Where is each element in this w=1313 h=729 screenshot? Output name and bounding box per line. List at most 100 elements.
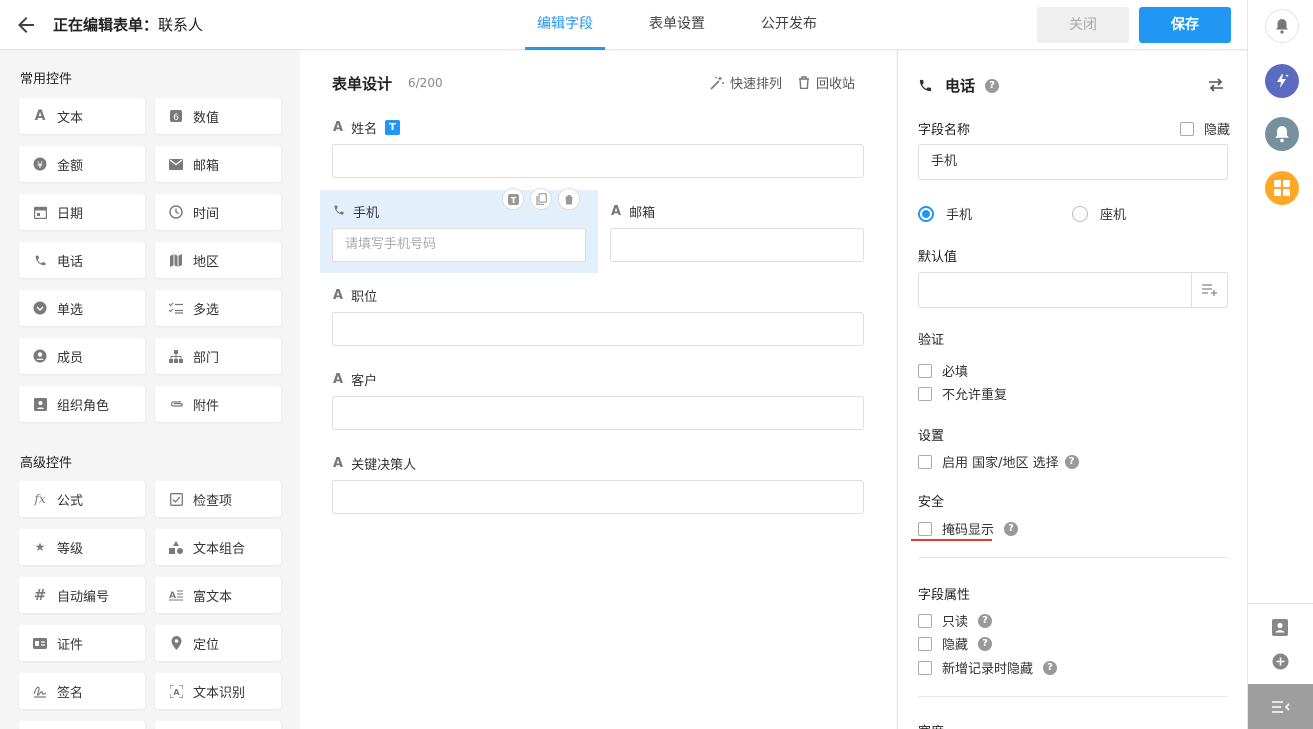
lightning-sparkle-icon — [1277, 74, 1289, 88]
control-date[interactable]: 日期 — [19, 194, 145, 230]
field-label-text: 客户 — [351, 374, 378, 389]
phone-placeholder: 请填写手机号码 — [345, 237, 437, 252]
control-location[interactable]: 定位 — [155, 625, 281, 661]
required-checkbox[interactable]: 必填 — [918, 361, 968, 380]
tab-publish[interactable]: 公开发布 — [749, 0, 829, 50]
help-icon[interactable]: ? — [978, 613, 993, 628]
help-icon[interactable]: ? — [1004, 521, 1019, 536]
properties-title: 电话 ? — [918, 75, 1000, 96]
control-department[interactable]: 部门 — [155, 338, 281, 374]
contacts-icon[interactable] — [1272, 619, 1288, 636]
control-checkbox-item[interactable]: 检查项 — [155, 481, 281, 517]
enable-country-label: 启用 国家/地区 选择 — [942, 456, 1059, 471]
control-label: 公式 — [57, 493, 84, 509]
field-input-email[interactable] — [610, 228, 864, 262]
ai-assistant-button[interactable] — [1265, 64, 1299, 98]
control-id-card[interactable]: 证件 — [19, 625, 145, 661]
control-attachment[interactable]: 附件 — [155, 386, 281, 422]
swap-type-icon[interactable] — [1208, 78, 1224, 92]
control-phone[interactable]: 电话 — [19, 242, 145, 278]
hide-on-new-checkbox[interactable]: 新增记录时隐藏 ? — [918, 658, 1058, 677]
control-email[interactable]: 邮箱 — [155, 146, 281, 182]
text-icon: A — [333, 456, 344, 471]
control-label: 数值 — [193, 110, 220, 126]
title-field-badge: T — [385, 120, 401, 135]
control-time[interactable]: 时间 — [155, 194, 281, 230]
control-signature[interactable]: 签名 — [19, 673, 145, 709]
control-text[interactable]: A 文本 — [19, 98, 145, 134]
radio-mobile[interactable]: 手机 — [918, 204, 972, 223]
control-number[interactable]: 6 数值 — [155, 98, 281, 134]
quick-sort-button[interactable]: 快速排列 — [710, 73, 782, 92]
control-currency[interactable]: ¥ 金额 — [19, 146, 145, 182]
radio-unselected — [1072, 205, 1088, 222]
control-rich-text[interactable]: A 富文本 — [155, 577, 281, 613]
help-icon[interactable]: ? — [1064, 454, 1079, 469]
control-more-2[interactable] — [155, 721, 281, 729]
control-multi-select[interactable]: 多选 — [155, 290, 281, 326]
enable-country-checkbox[interactable]: 启用 国家/地区 选择 ? — [918, 452, 1079, 471]
help-icon[interactable]: ? — [978, 636, 993, 651]
control-label: 自动编号 — [57, 589, 110, 605]
collapse-sidebar-button[interactable] — [1248, 684, 1313, 729]
recycle-bin-button[interactable]: 回收站 — [798, 73, 855, 92]
save-button[interactable]: 保存 — [1139, 7, 1231, 43]
top-header: 正在编辑表单：联系人 编辑字段 表单设置 公开发布 关闭 保存 — [0, 0, 1247, 50]
checklist-icon — [169, 301, 183, 315]
radio-landline[interactable]: 座机 — [1072, 204, 1126, 223]
copy-field-button[interactable] — [530, 188, 552, 210]
control-label: 金额 — [57, 158, 84, 174]
tab-form-settings[interactable]: 表单设置 — [637, 0, 717, 50]
control-label: 地区 — [193, 254, 220, 270]
help-icon[interactable]: ? — [1043, 660, 1058, 675]
control-auto-number[interactable]: # 自动编号 — [19, 577, 145, 613]
delete-field-button[interactable] — [558, 188, 580, 210]
signature-icon — [33, 684, 47, 698]
checkbox-box — [918, 454, 932, 469]
divider — [918, 557, 1228, 558]
mask-display-checkbox[interactable]: 掩码显示 ? — [918, 519, 1019, 538]
map-icon — [169, 253, 183, 267]
control-more-1[interactable] — [19, 721, 145, 729]
apps-button[interactable] — [1265, 171, 1299, 205]
field-input-phone[interactable]: 请填写手机号码 — [332, 228, 586, 262]
field-name-input[interactable]: 手机 — [918, 144, 1228, 180]
hidden-checkbox-label: 隐藏 — [1204, 123, 1231, 138]
field-input-decision-maker[interactable] — [332, 480, 864, 514]
number-icon: 6 — [169, 109, 183, 123]
tab-edit-fields[interactable]: 编辑字段 — [525, 0, 605, 50]
control-label: 单选 — [57, 302, 84, 318]
back-arrow-icon[interactable] — [14, 13, 38, 37]
messages-button[interactable] — [1265, 117, 1299, 151]
help-icon[interactable]: ? — [985, 78, 1000, 93]
control-member[interactable]: 成员 — [19, 338, 145, 374]
hidden-checkbox[interactable]: 隐藏 — [1180, 119, 1230, 138]
field-input-position[interactable] — [332, 312, 864, 346]
field-label-customer: A 客户 — [333, 370, 377, 389]
field-input-customer[interactable] — [332, 396, 864, 430]
set-title-button[interactable]: T — [502, 188, 524, 210]
phone-icon — [33, 253, 47, 267]
no-duplicate-checkbox[interactable]: 不允许重复 — [918, 384, 1007, 403]
field-label-email: A 邮箱 — [611, 202, 655, 221]
control-single-select[interactable]: 单选 — [19, 290, 145, 326]
field-input-name[interactable] — [332, 144, 864, 178]
control-org-role[interactable]: 组织角色 — [19, 386, 145, 422]
field-label-text: 姓名 — [351, 122, 378, 137]
checkbox-box — [918, 521, 932, 536]
default-value-input[interactable] — [918, 272, 1192, 308]
default-value-label: 默认值 — [918, 250, 958, 265]
insert-field-button[interactable] — [1191, 272, 1228, 308]
phone-icon — [333, 204, 345, 220]
add-chat-icon[interactable] — [1272, 653, 1289, 670]
hidden-attr-checkbox[interactable]: 隐藏 ? — [918, 634, 993, 653]
control-formula[interactable]: fx 公式 — [19, 481, 145, 517]
readonly-checkbox[interactable]: 只读 ? — [918, 611, 993, 630]
control-text-combo[interactable]: 文本组合 — [155, 529, 281, 565]
notification-button[interactable] — [1265, 9, 1299, 43]
close-button[interactable]: 关闭 — [1037, 7, 1129, 43]
control-ocr[interactable]: A 文本识别 — [155, 673, 281, 709]
control-region[interactable]: 地区 — [155, 242, 281, 278]
control-label: 日期 — [57, 206, 84, 222]
control-rating[interactable]: ★ 等级 — [19, 529, 145, 565]
